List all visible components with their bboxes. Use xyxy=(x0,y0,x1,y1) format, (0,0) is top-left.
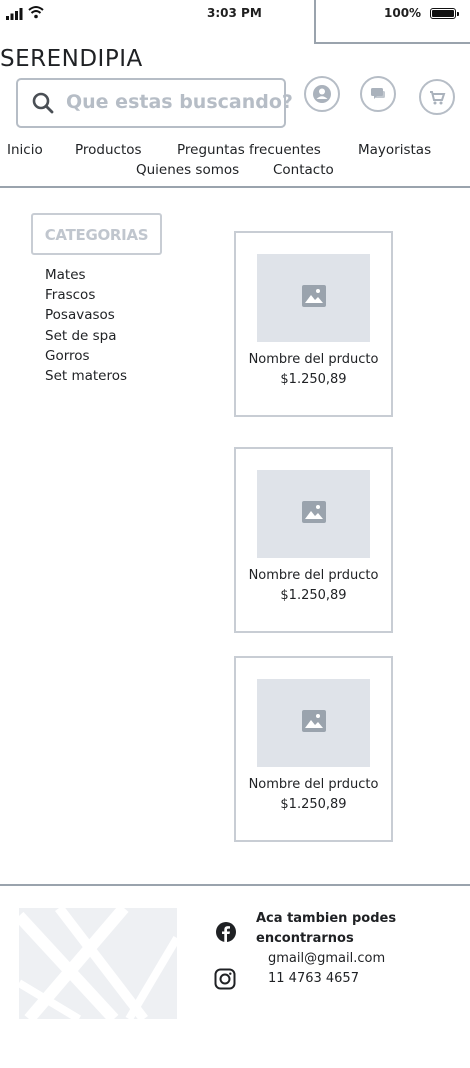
product-card[interactable]: Nombre del prducto $1.250,89 xyxy=(234,231,393,417)
user-icon xyxy=(313,85,331,103)
nav-item-mayoristas[interactable]: Mayoristas xyxy=(358,142,431,158)
nav-item-preguntas[interactable]: Preguntas frecuentes xyxy=(177,142,321,158)
status-time: 3:03 PM xyxy=(207,6,262,20)
map-placeholder[interactable] xyxy=(19,908,177,1019)
image-placeholder-icon xyxy=(302,710,326,732)
cellular-signal-icon xyxy=(6,8,23,20)
nav-item-contacto[interactable]: Contacto xyxy=(273,162,334,178)
product-price: $1.250,89 xyxy=(280,797,347,812)
cart-button[interactable] xyxy=(419,79,455,115)
product-price: $1.250,89 xyxy=(280,588,347,603)
product-name: Nombre del prducto xyxy=(248,568,379,583)
map-icon xyxy=(19,908,177,1019)
chat-icon xyxy=(371,88,385,99)
category-item[interactable]: Gorros xyxy=(45,346,127,366)
footer-email[interactable]: gmail@gmail.com xyxy=(268,951,385,966)
footer-divider xyxy=(0,884,470,886)
product-name: Nombre del prducto xyxy=(248,777,379,792)
header-corner-box xyxy=(314,0,470,44)
nav-item-inicio[interactable]: Inicio xyxy=(7,142,43,158)
product-name: Nombre del prducto xyxy=(248,352,379,367)
product-image xyxy=(257,254,370,342)
category-item[interactable]: Posavasos xyxy=(45,305,127,325)
search-placeholder: Que estas buscando? xyxy=(66,91,293,113)
nav-item-productos[interactable]: Productos xyxy=(75,142,142,158)
nav-item-quienes-somos[interactable]: Quienes somos xyxy=(136,162,239,178)
search-input[interactable]: Que estas buscando? xyxy=(16,78,293,128)
facebook-icon[interactable] xyxy=(216,922,236,942)
header-divider xyxy=(0,186,470,188)
chat-button[interactable] xyxy=(360,76,396,112)
wifi-icon xyxy=(28,6,44,19)
category-item[interactable]: Frascos xyxy=(45,285,127,305)
product-card[interactable]: Nombre del prducto $1.250,89 xyxy=(234,656,393,842)
footer-title: Aca tambien podes encontrarnos xyxy=(256,911,397,946)
footer-phone[interactable]: 11 4763 4657 xyxy=(268,971,359,986)
category-item[interactable]: Set de spa xyxy=(45,326,127,346)
image-placeholder-icon xyxy=(302,285,326,307)
search-icon xyxy=(32,92,54,114)
product-price: $1.250,89 xyxy=(280,372,347,387)
categories-button[interactable]: CATEGORIAS xyxy=(31,213,162,255)
cart-icon xyxy=(430,91,446,105)
brand-logo[interactable]: SERENDIPIA xyxy=(0,46,143,72)
category-item[interactable]: Set materos xyxy=(45,366,127,386)
image-placeholder-icon xyxy=(302,501,326,523)
category-item[interactable]: Mates xyxy=(45,265,127,285)
product-card[interactable]: Nombre del prducto $1.250,89 xyxy=(234,447,393,633)
categories-label: CATEGORIAS xyxy=(44,226,149,244)
instagram-icon[interactable] xyxy=(214,968,236,990)
category-list: Mates Frascos Posavasos Set de spa Gorro… xyxy=(45,265,127,386)
product-image xyxy=(257,679,370,767)
account-button[interactable] xyxy=(304,76,340,112)
product-image xyxy=(257,470,370,558)
